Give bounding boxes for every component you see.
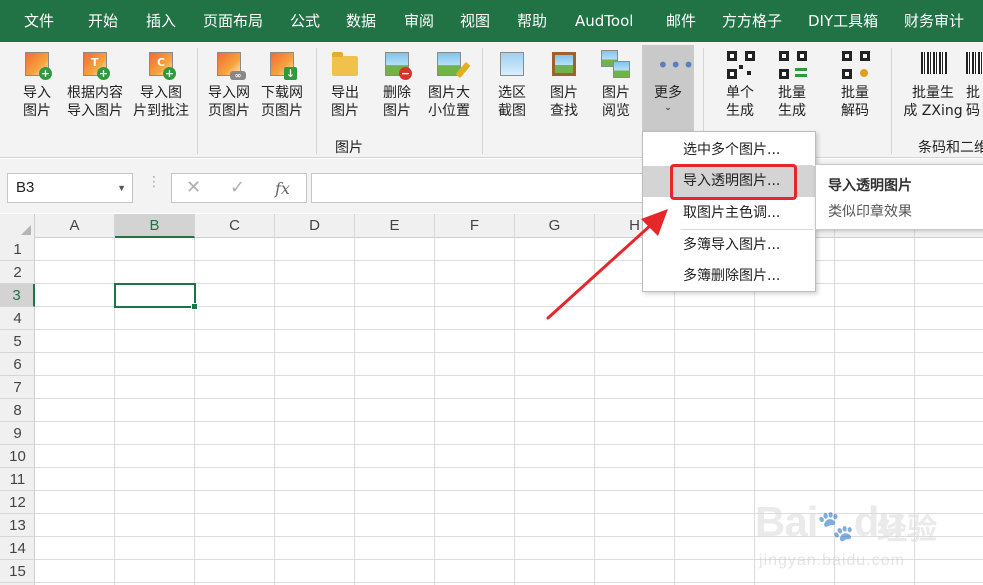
watermark-cn: 经验 [877, 512, 937, 547]
picture-comment-add-icon: C + [146, 50, 176, 80]
insert-function-icon[interactable]: fx [275, 179, 290, 198]
menu-item-select-multiple-pictures[interactable]: 选中多个图片... [643, 135, 815, 166]
tab-file[interactable]: 文件 [24, 0, 54, 42]
column-header[interactable]: C [195, 214, 275, 238]
single-generate-button[interactable]: 单个 生成 [716, 50, 764, 120]
ribbon-separator [197, 48, 198, 154]
picture-add-icon: + [22, 50, 52, 80]
picture-find-button[interactable]: 图片 查找 [540, 50, 588, 120]
column-header[interactable]: F [435, 214, 515, 238]
tab-help[interactable]: 帮助 [517, 0, 547, 42]
qr-code-list-icon [777, 50, 807, 80]
tab-page-layout[interactable]: 页面布局 [203, 0, 263, 42]
screenshot-icon [497, 50, 527, 80]
picture-text-add-icon: T + [80, 50, 110, 80]
tab-data[interactable]: 数据 [346, 0, 376, 42]
barcode-icon [918, 50, 948, 80]
annotation-arrow-icon [546, 209, 668, 320]
menu-bar: 文件 开始 插入 页面布局 公式 数据 审阅 视图 帮助 AudTool 邮件 … [0, 0, 983, 42]
tab-formulas[interactable]: 公式 [290, 0, 320, 42]
tab-view[interactable]: 视图 [460, 0, 490, 42]
batch-zxing-button[interactable]: 批量生 成 ZXing [900, 50, 966, 120]
red-highlight-box [670, 164, 797, 200]
chevron-down-icon[interactable]: ▼ [117, 174, 126, 202]
chevron-down-icon: ⌄ [664, 103, 672, 113]
folder-export-icon [330, 50, 360, 80]
row-header[interactable]: 13 [0, 514, 35, 537]
ribbon-separator [891, 48, 892, 154]
row-header[interactable]: 12 [0, 491, 35, 514]
cut-off-button[interactable]: 批 码 [966, 50, 983, 120]
picture-browse-button[interactable]: 图片 阅览 [592, 50, 640, 120]
picture-frame-icon [549, 50, 579, 80]
tab-fangfang[interactable]: 方方格子 [722, 0, 782, 42]
row-header[interactable]: 15 [0, 560, 35, 583]
tab-review[interactable]: 审阅 [404, 0, 434, 42]
baidu-jingyan-watermark: Bai🐾du 经验 jingyan.baidu.com [755, 490, 975, 582]
ribbon-separator [482, 48, 483, 154]
name-box[interactable]: B3 ▼ [7, 173, 133, 203]
row-header[interactable]: 14 [0, 537, 35, 560]
row-header-column: 1 2 3 4 5 6 7 8 9 10 11 12 13 14 15 [0, 238, 35, 585]
confirm-icon[interactable]: ✓ [230, 177, 245, 198]
row-header[interactable]: 2 [0, 261, 35, 284]
export-picture-button[interactable]: 导出 图片 [321, 50, 369, 120]
picture-download-icon: ↓ [267, 50, 297, 80]
active-cell-b3[interactable] [114, 283, 198, 310]
column-header-selected[interactable]: B [115, 214, 195, 238]
cancel-icon[interactable]: ✕ [186, 177, 201, 198]
picture-group-label: 图片 [335, 140, 363, 156]
more-dots-icon: ••• [657, 53, 696, 77]
column-header[interactable]: D [275, 214, 355, 238]
barcode-icon [966, 50, 983, 80]
paw-icon: 🐾 [817, 510, 854, 543]
picture-size-position-button[interactable]: 图片大 小位置 [424, 50, 474, 120]
ribbon-separator [316, 48, 317, 154]
grip-icon[interactable]: ⋮ [147, 175, 161, 189]
row-header[interactable]: 5 [0, 330, 35, 353]
tooltip-title: 导入透明图片 [828, 178, 912, 194]
tab-audtool[interactable]: AudTool [575, 0, 633, 42]
picture-link-icon: ∞ [214, 50, 246, 80]
select-all-corner[interactable] [0, 214, 35, 238]
tab-audit[interactable]: 财务审计 [904, 0, 964, 42]
watermark-url: jingyan.baidu.com [759, 552, 905, 569]
delete-picture-button[interactable]: − 删除 图片 [373, 50, 421, 120]
batch-generate-button[interactable]: 批量 生成 [768, 50, 816, 120]
row-header[interactable]: 10 [0, 445, 35, 468]
qr-code-key-icon [840, 50, 870, 80]
more-button[interactable]: ••• 更多 ⌄ [644, 50, 696, 114]
column-header[interactable]: A [35, 214, 115, 238]
row-header[interactable]: 7 [0, 376, 35, 399]
import-picture-button[interactable]: + 导入 图片 [13, 50, 61, 120]
picture-gallery-icon [601, 50, 631, 80]
qr-code-icon [725, 50, 755, 80]
formula-actions: ✕ ✓ fx [171, 173, 307, 203]
row-header[interactable]: 8 [0, 399, 35, 422]
import-by-content-button[interactable]: T + 根据内容 导入图片 [62, 50, 128, 120]
tab-insert[interactable]: 插入 [146, 0, 176, 42]
tooltip: 导入透明图片 类似印章效果 [815, 164, 983, 230]
row-header[interactable]: 11 [0, 468, 35, 491]
picture-edit-icon [434, 50, 471, 80]
batch-decode-button[interactable]: 批量 解码 [831, 50, 879, 120]
import-to-comment-button[interactable]: C + 导入图 片到批注 [130, 50, 192, 120]
tab-diy-toolbox[interactable]: DIY工具箱 [808, 0, 878, 42]
tab-mail[interactable]: 邮件 [666, 0, 696, 42]
select-area-screenshot-button[interactable]: 选区 截图 [488, 50, 536, 120]
tooltip-description: 类似印章效果 [828, 204, 912, 220]
row-header[interactable]: 4 [0, 307, 35, 330]
row-header-selected[interactable]: 3 [0, 284, 35, 307]
picture-delete-icon: − [382, 50, 412, 80]
download-web-picture-button[interactable]: ↓ 下载网 页图片 [256, 50, 308, 120]
barcode-group-label: 条码和二维 [918, 140, 983, 156]
column-header[interactable]: E [355, 214, 435, 238]
row-header[interactable]: 6 [0, 353, 35, 376]
import-web-picture-button[interactable]: ∞ 导入网 页图片 [203, 50, 255, 120]
row-header[interactable]: 9 [0, 422, 35, 445]
row-header[interactable]: 1 [0, 238, 35, 261]
tab-home[interactable]: 开始 [88, 0, 118, 42]
